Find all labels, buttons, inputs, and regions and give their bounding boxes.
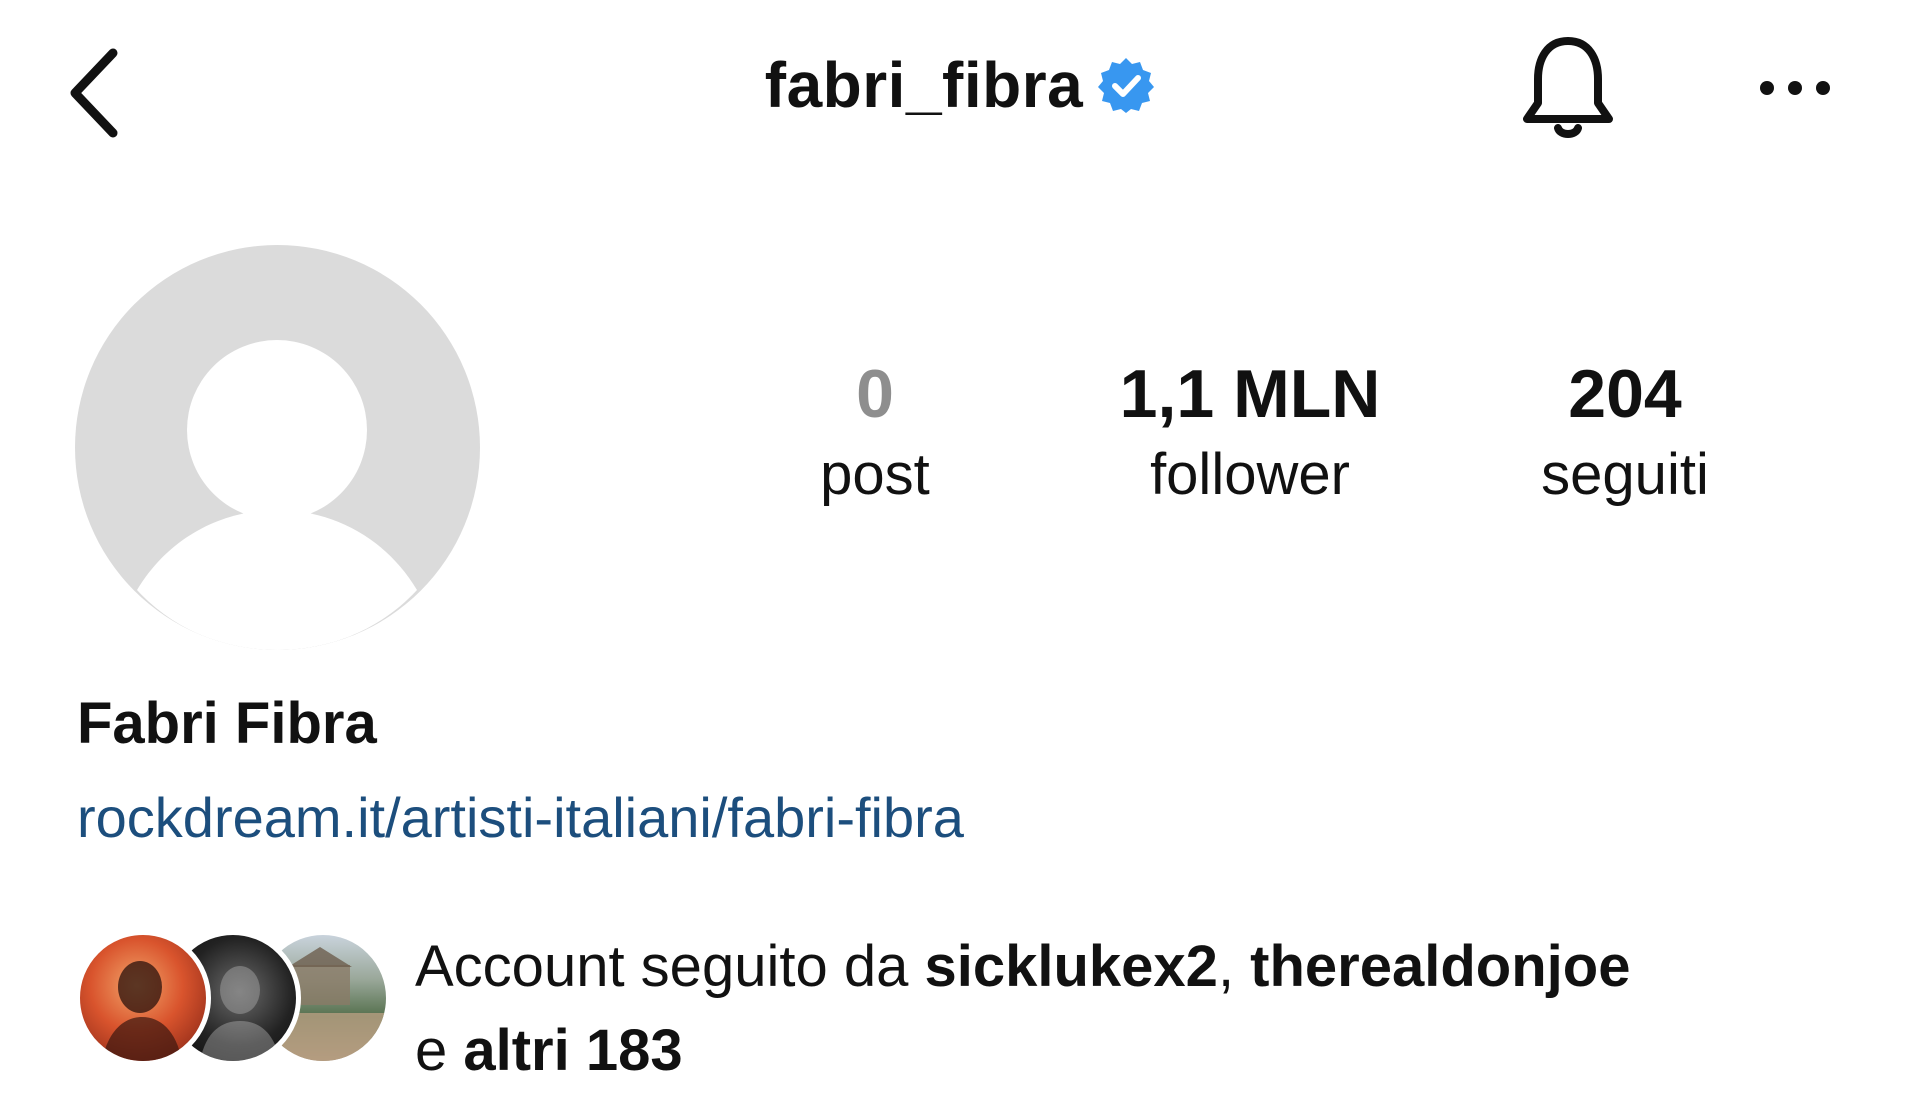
profile-stats: 0 post 1,1 MLN follower 204 seguiti: [0, 360, 1920, 540]
mutual-followers-text: Account seguito da sicklukex2, therealdo…: [415, 925, 1875, 1093]
top-bar: fabri_fibra: [0, 0, 1920, 190]
bell-icon: [1518, 33, 1618, 148]
mutual-avatars-stack[interactable]: [75, 930, 391, 1066]
chevron-left-icon: [65, 45, 125, 146]
title-container: fabri_fibra: [0, 48, 1920, 122]
mutual-prefix: Account seguito da: [415, 934, 925, 999]
mutual-others-link[interactable]: altri 183: [463, 1018, 682, 1083]
profile-website-link[interactable]: rockdream.it/artisti-italiani/fabri-fibr…: [77, 785, 964, 850]
mutual-user-link[interactable]: therealdonjoe: [1250, 934, 1630, 999]
more-horizontal-icon: [1757, 78, 1833, 103]
verified-badge-icon: [1097, 56, 1155, 114]
following-stat[interactable]: 204 seguiti: [1455, 360, 1795, 504]
profile-username: fabri_fibra: [764, 49, 1084, 121]
followers-label: follower: [1150, 442, 1350, 507]
mutual-followers[interactable]: Account seguito da sicklukex2, therealdo…: [75, 925, 1875, 1083]
followers-stat[interactable]: 1,1 MLN follower: [1080, 360, 1420, 504]
posts-count: 0: [856, 356, 894, 432]
profile-full-name: Fabri Fibra: [77, 691, 377, 756]
posts-stat[interactable]: 0 post: [705, 360, 1045, 504]
followers-count: 1,1 MLN: [1119, 356, 1381, 432]
mutual-user-link[interactable]: sicklukex2: [924, 934, 1217, 999]
notifications-button[interactable]: [1508, 30, 1628, 150]
mutual-connector: e: [415, 1018, 464, 1083]
back-button[interactable]: [55, 40, 135, 150]
more-options-button[interactable]: [1740, 40, 1850, 140]
following-count: 204: [1568, 356, 1682, 432]
following-label: seguiti: [1541, 442, 1709, 507]
mutual-separator: ,: [1217, 934, 1251, 999]
mutual-avatar[interactable]: [75, 930, 211, 1066]
posts-label: post: [820, 442, 930, 507]
